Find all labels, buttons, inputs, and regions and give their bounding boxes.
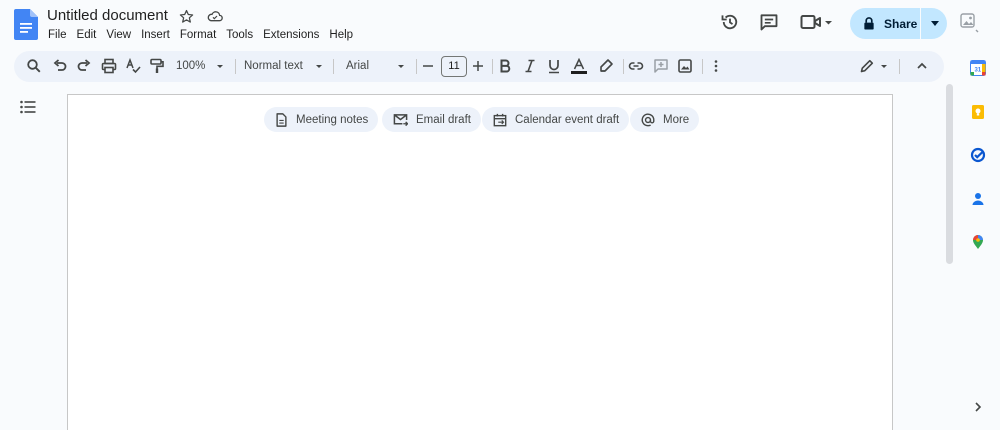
docs-logo-icon[interactable] bbox=[14, 9, 38, 40]
paint-format-icon[interactable] bbox=[149, 58, 165, 74]
menu-view[interactable]: View bbox=[106, 28, 131, 42]
share-dropdown-button[interactable] bbox=[922, 8, 947, 39]
calendar-icon bbox=[493, 113, 507, 126]
toolbar-divider bbox=[333, 59, 334, 74]
chip-more[interactable]: More bbox=[630, 107, 700, 132]
text-color-icon[interactable] bbox=[571, 58, 587, 74]
link-icon[interactable] bbox=[628, 58, 644, 74]
maps-icon[interactable] bbox=[970, 234, 986, 250]
cloud-saved-icon[interactable] bbox=[207, 9, 223, 23]
version-history-icon[interactable] bbox=[720, 12, 740, 32]
meet-icon[interactable] bbox=[800, 12, 834, 32]
comment-icon[interactable] bbox=[653, 58, 669, 74]
share-label: Share bbox=[884, 16, 918, 31]
font-caret-icon[interactable] bbox=[393, 58, 409, 74]
chip-label: Meeting notes bbox=[296, 113, 369, 126]
underline-icon[interactable] bbox=[546, 58, 562, 74]
font-size-input[interactable]: 11 bbox=[441, 56, 467, 77]
svg-text:31: 31 bbox=[974, 68, 981, 74]
editing-mode-icon[interactable] bbox=[859, 58, 875, 74]
chip-calendar-event-draft[interactable]: Calendar event draft bbox=[482, 107, 630, 132]
share-main-button[interactable]: Share bbox=[850, 8, 921, 39]
chip-label: More bbox=[663, 113, 690, 126]
toolbar-divider bbox=[235, 59, 236, 74]
document-title[interactable]: Untitled document bbox=[47, 7, 168, 24]
bold-icon[interactable] bbox=[497, 58, 513, 74]
keep-icon[interactable] bbox=[970, 104, 986, 120]
paragraph-style-select[interactable]: Normal text bbox=[244, 59, 303, 73]
star-icon[interactable] bbox=[179, 9, 194, 24]
more-icon[interactable] bbox=[708, 58, 724, 74]
tasks-icon[interactable] bbox=[970, 147, 986, 163]
menu-bar: File Edit View Insert Format Tools Exten… bbox=[48, 28, 363, 42]
menu-file[interactable]: File bbox=[48, 28, 67, 42]
comments-icon[interactable] bbox=[759, 12, 779, 32]
menu-format[interactable]: Format bbox=[180, 28, 216, 42]
share-button[interactable]: Share bbox=[850, 8, 947, 39]
document-icon bbox=[276, 112, 287, 127]
chip-label: Calendar event draft bbox=[515, 113, 620, 126]
document-page[interactable]: Meeting notes Email draft Calendar event… bbox=[67, 94, 893, 430]
outline-icon[interactable] bbox=[20, 100, 36, 114]
print-icon[interactable] bbox=[101, 58, 117, 74]
collapse-icon[interactable] bbox=[914, 58, 930, 74]
caret-down-icon bbox=[930, 21, 939, 26]
menu-edit[interactable]: Edit bbox=[77, 28, 97, 42]
toolbar-divider bbox=[899, 59, 900, 74]
editing-mode-caret-icon[interactable] bbox=[876, 58, 892, 74]
italic-icon[interactable] bbox=[522, 58, 538, 74]
avatar[interactable] bbox=[957, 9, 983, 35]
image-icon[interactable] bbox=[677, 58, 693, 74]
chip-label: Email draft bbox=[416, 113, 471, 126]
lock-icon bbox=[864, 17, 874, 30]
zoom-caret-icon[interactable] bbox=[212, 58, 228, 74]
style-caret-icon[interactable] bbox=[311, 58, 327, 74]
menu-insert[interactable]: Insert bbox=[141, 28, 170, 42]
menu-tools[interactable]: Tools bbox=[226, 28, 253, 42]
menu-help[interactable]: Help bbox=[329, 28, 353, 42]
increase-font-size-icon[interactable] bbox=[470, 58, 486, 74]
contacts-icon[interactable] bbox=[970, 191, 986, 207]
undo-icon[interactable] bbox=[52, 58, 68, 74]
toolbar-divider bbox=[492, 59, 493, 74]
email-icon bbox=[393, 113, 408, 126]
toolbar-divider bbox=[702, 59, 703, 74]
decrease-font-size-icon[interactable] bbox=[420, 58, 436, 74]
redo-icon[interactable] bbox=[76, 58, 92, 74]
search-icon[interactable] bbox=[26, 58, 42, 74]
side-panel: 31 bbox=[957, 48, 1000, 430]
toolbar-divider bbox=[623, 59, 624, 74]
zoom-select[interactable]: 100% bbox=[176, 59, 205, 73]
title-bar: Untitled document File Edit View Insert … bbox=[0, 0, 1000, 48]
menu-extensions[interactable]: Extensions bbox=[263, 28, 319, 42]
formatting-toolbar: 100% Normal text Arial 11 bbox=[14, 51, 944, 82]
chip-email-draft[interactable]: Email draft bbox=[382, 107, 481, 132]
calendar-app-icon[interactable]: 31 bbox=[970, 60, 986, 76]
vertical-scrollbar[interactable] bbox=[946, 84, 953, 264]
at-icon bbox=[641, 113, 655, 126]
expand-side-panel-icon[interactable] bbox=[973, 401, 983, 413]
spellcheck-icon[interactable] bbox=[125, 58, 141, 74]
highlight-icon[interactable] bbox=[598, 58, 614, 74]
chip-meeting-notes[interactable]: Meeting notes bbox=[264, 107, 379, 132]
toolbar-divider bbox=[416, 59, 417, 74]
font-select[interactable]: Arial bbox=[346, 59, 369, 73]
